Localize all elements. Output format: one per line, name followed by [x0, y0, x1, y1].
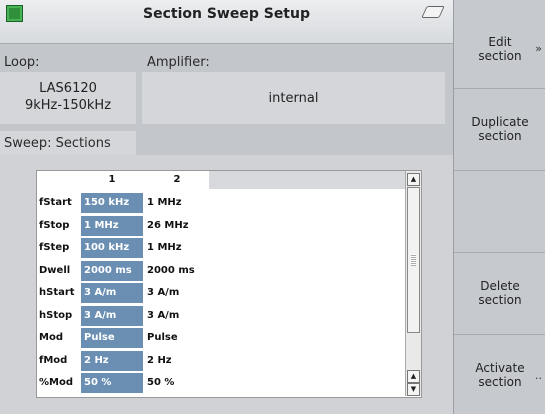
- section-1-cell[interactable]: 3 A/m: [81, 305, 143, 326]
- amplifier-label: Amplifier:: [147, 55, 210, 70]
- section-1-cell[interactable]: Pulse: [81, 328, 143, 348]
- section-1-cell[interactable]: 150 kHz: [81, 193, 143, 213]
- edit-label-1: Edit: [488, 35, 512, 49]
- delete-section-button[interactable]: Delete section: [454, 253, 545, 335]
- duplicate-section-button[interactable]: Duplicate section: [454, 89, 545, 171]
- arrow-up-icon[interactable]: ▲: [407, 173, 420, 186]
- row-label: fStart: [39, 197, 72, 208]
- column-header-1[interactable]: 1: [81, 171, 143, 189]
- section-table[interactable]: 1 2 fStart 150 kHz 1 MHz fStop 1 MHz 26 MHz fS…: [36, 170, 422, 398]
- header-filler: [209, 171, 405, 189]
- edit-label-2: section: [478, 49, 522, 63]
- edit-section-button[interactable]: Edit section »: [454, 0, 545, 89]
- section-1-cell[interactable]: 50 %: [81, 373, 143, 393]
- sidebar: Edit section » Duplicate section Delete …: [453, 0, 545, 414]
- main-panel: Section Sweep Setup Loop: Amplifier: LAS…: [0, 0, 453, 414]
- column-header-2[interactable]: 2: [145, 171, 209, 189]
- activate-label-1: Activate: [475, 361, 525, 375]
- amplifier-selector[interactable]: internal: [142, 72, 445, 124]
- row-label: Dwell: [39, 264, 71, 276]
- loop-value-line2: 9kHz-150kHz: [24, 98, 112, 113]
- loop-value-line1: LAS6120: [39, 81, 97, 96]
- section-2-cell[interactable]: 2 Hz: [145, 351, 205, 371]
- row-label: hStop: [39, 309, 73, 321]
- row-label: Mod: [39, 332, 63, 343]
- empty-softkey[interactable]: [454, 171, 545, 253]
- section-2-cell[interactable]: 2000 ms: [145, 261, 205, 281]
- section-2-cell[interactable]: 26 MHz: [145, 216, 205, 236]
- loop-selector[interactable]: LAS6120 9kHz-150kHz: [0, 72, 136, 124]
- activate-section-button[interactable]: Activate section ..: [454, 335, 545, 414]
- sweep-sections-label: Sweep: Sections: [4, 136, 111, 151]
- page-title: Section Sweep Setup: [143, 6, 310, 22]
- delete-label-1: Delete: [480, 279, 520, 293]
- section-1-cell[interactable]: 3 A/m: [81, 283, 143, 303]
- grip-icon: [411, 254, 416, 266]
- section-2-cell[interactable]: 1 MHz: [145, 193, 205, 213]
- arrow-down-icon[interactable]: ▼: [407, 383, 420, 396]
- row-label: fStep: [39, 242, 70, 253]
- duplicate-label-1: Duplicate: [471, 115, 529, 129]
- section-2-cell[interactable]: 50 %: [145, 373, 205, 393]
- section-2-cell[interactable]: 3 A/m: [145, 306, 205, 326]
- table-scrollbar[interactable]: ▲ ▲ ▼: [405, 171, 421, 396]
- title-bar: Section Sweep Setup: [0, 0, 453, 44]
- section-1-cell[interactable]: 2000 ms: [81, 260, 143, 281]
- section-2-cell[interactable]: Pulse: [145, 328, 205, 348]
- delete-label-2: section: [478, 293, 522, 307]
- row-label: %Mod: [39, 377, 73, 388]
- duplicate-label-2: section: [478, 129, 522, 143]
- arrow-up-icon[interactable]: ▲: [407, 370, 420, 383]
- sweep-sections-tab[interactable]: Sweep: Sections: [0, 131, 136, 156]
- more-icon: ..: [535, 369, 542, 382]
- scrollbar-thumb[interactable]: [407, 187, 420, 333]
- row-label: fMod: [39, 354, 68, 366]
- row-label: fStop: [39, 219, 70, 231]
- section-2-cell[interactable]: 3 A/m: [145, 283, 205, 303]
- loop-label: Loop:: [4, 55, 40, 70]
- section-2-cell[interactable]: 1 MHz: [145, 238, 205, 258]
- activate-label-2: section: [478, 375, 522, 389]
- row-label: hStart: [39, 287, 75, 298]
- section-1-cell[interactable]: 1 MHz: [81, 215, 143, 236]
- double-chevron-right-icon: »: [535, 42, 542, 55]
- section-1-cell[interactable]: 2 Hz: [81, 350, 143, 371]
- section-1-cell[interactable]: 100 kHz: [81, 238, 143, 258]
- amplifier-value: internal: [268, 91, 319, 106]
